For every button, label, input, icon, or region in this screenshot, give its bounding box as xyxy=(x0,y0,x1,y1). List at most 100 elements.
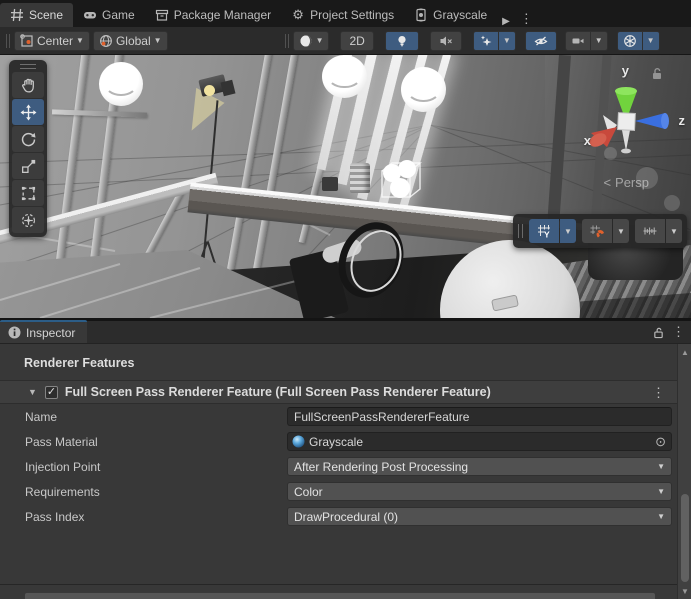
pivot-icon xyxy=(20,34,34,48)
pass-index-dropdown[interactable]: DrawProcedural (0) ▼ xyxy=(287,507,672,526)
toolbar-drag-handle[interactable] xyxy=(6,34,10,48)
gizmos-sphere-icon xyxy=(623,34,637,48)
light-gizmo[interactable] xyxy=(99,62,143,106)
scene-visibility-toggle[interactable] xyxy=(525,31,557,51)
tab-bar-menu-icon[interactable]: ⋮ xyxy=(514,11,539,27)
object-picker-icon[interactable]: ⊙ xyxy=(652,434,669,450)
tool-handle-pivot-dropdown[interactable]: Center ▼ xyxy=(14,31,90,51)
name-input[interactable] xyxy=(287,407,672,426)
chevron-down-icon: ▼ xyxy=(76,36,84,45)
spotlight-lens xyxy=(204,85,215,96)
tab-game[interactable]: Game xyxy=(73,3,145,27)
rect-tool[interactable] xyxy=(12,180,44,206)
tab-scene[interactable]: Scene xyxy=(0,3,73,27)
snap-increment-dropdown[interactable]: ▼ xyxy=(613,219,629,243)
feature-enabled-checkbox[interactable]: ✓ xyxy=(45,386,58,399)
injection-point-value: After Rendering Post Processing xyxy=(294,460,468,474)
requirements-dropdown[interactable]: Color ▼ xyxy=(287,482,672,501)
tab-scene-label: Scene xyxy=(29,8,63,22)
scroll-up-icon[interactable]: ▲ xyxy=(678,348,691,357)
material-sphere-icon xyxy=(292,435,305,448)
property-label: Name xyxy=(25,410,287,424)
toolbar-separator xyxy=(285,34,289,48)
axis-y-label[interactable]: y xyxy=(622,63,629,78)
move-tool[interactable] xyxy=(12,99,44,125)
inspector-scrollbar[interactable]: ▲ ▼ xyxy=(677,344,691,599)
tools-drag-handle[interactable] xyxy=(12,63,44,70)
snapbar-drag-handle[interactable] xyxy=(518,224,523,238)
window-tab-bar: Scene Game Package Manager ⚙ Project Set… xyxy=(0,0,691,27)
snap-settings-button[interactable] xyxy=(635,219,665,243)
tab-grayscale[interactable]: Grayscale xyxy=(404,3,496,27)
audio-mute-toggle[interactable] xyxy=(430,31,462,51)
property-label: Requirements xyxy=(25,485,287,499)
unlock-icon[interactable] xyxy=(651,67,663,80)
grid-axis-icon: Y xyxy=(536,223,552,239)
scroll-down-icon[interactable]: ▼ xyxy=(678,587,691,596)
info-icon xyxy=(8,326,21,339)
chevron-down-icon: ▼ xyxy=(503,36,511,45)
light-gizmo[interactable] xyxy=(401,67,446,112)
tab-inspector[interactable]: Inspector xyxy=(0,320,87,343)
injection-point-dropdown[interactable]: After Rendering Post Processing ▼ xyxy=(287,457,672,476)
unlock-icon[interactable] xyxy=(653,326,664,339)
tab-package-manager[interactable]: Package Manager xyxy=(145,3,281,27)
feature-menu-icon[interactable]: ⋮ xyxy=(652,385,665,401)
light-gizmo[interactable] xyxy=(322,55,367,98)
chevron-down-icon: ▼ xyxy=(617,227,625,236)
camera-dropdown[interactable]: ▼ xyxy=(591,31,608,51)
camera-icon xyxy=(571,34,585,48)
check-icon: ✓ xyxy=(47,387,56,398)
gear-icon: ⚙ xyxy=(291,8,305,22)
gizmos-toggle[interactable] xyxy=(617,31,643,51)
view-hand-tool[interactable] xyxy=(12,72,44,98)
camera-settings-button[interactable] xyxy=(565,31,591,51)
hand-icon xyxy=(20,77,37,94)
rotation-mode-label: Global xyxy=(116,34,151,48)
axis-x-label[interactable]: x xyxy=(584,133,591,148)
chevron-down-icon: ▼ xyxy=(647,36,655,45)
property-row-requirements: Requirements Color ▼ xyxy=(0,479,691,504)
snap-settings-dropdown[interactable]: ▼ xyxy=(666,219,682,243)
transform-icon xyxy=(20,212,37,229)
tab-project-settings[interactable]: ⚙ Project Settings xyxy=(281,3,404,27)
grid-dropdown[interactable]: ▼ xyxy=(560,219,576,243)
axis-z-cone xyxy=(635,113,669,129)
draw-mode-dropdown[interactable]: ▼ xyxy=(293,31,330,51)
perspective-label[interactable]: <Persp xyxy=(603,175,649,190)
pass-index-value: DrawProcedural (0) xyxy=(294,510,398,524)
small-prop xyxy=(322,177,338,191)
tab-grayscale-label: Grayscale xyxy=(433,8,487,22)
perspective-chevron: < xyxy=(603,175,611,190)
scene-viewport[interactable]: y z x <Persp xyxy=(0,55,691,318)
toggle-2d-button[interactable]: 2D xyxy=(340,31,373,51)
pass-material-object-field[interactable]: Grayscale ⊙ xyxy=(287,432,672,451)
add-renderer-feature-button[interactable]: Add Renderer Feature xyxy=(24,592,656,599)
axis-z-label[interactable]: z xyxy=(679,113,686,128)
renderer-feature-header[interactable]: ▼ ✓ Full Screen Pass Renderer Feature (F… xyxy=(0,380,691,404)
svg-text:Y: Y xyxy=(544,230,550,240)
orientation-gizmo[interactable] xyxy=(573,63,683,193)
scale-tool[interactable] xyxy=(12,153,44,179)
rotate-tool[interactable] xyxy=(12,126,44,152)
ruler-ticks-icon xyxy=(642,223,658,239)
property-label: Pass Material xyxy=(25,435,287,449)
divider xyxy=(0,584,677,585)
requirements-value: Color xyxy=(294,485,323,499)
snap-increment-button[interactable] xyxy=(582,219,612,243)
chevron-down-icon: ▼ xyxy=(564,227,572,236)
tab-overflow-arrow[interactable]: ▶ xyxy=(498,16,514,27)
unity-editor-window: Scene Game Package Manager ⚙ Project Set… xyxy=(0,0,691,599)
property-row-pass-material: Pass Material Grayscale ⊙ xyxy=(0,429,691,454)
tool-handle-rotation-dropdown[interactable]: Global ▼ xyxy=(93,31,168,51)
transform-tool[interactable] xyxy=(12,207,44,233)
grid-visibility-button[interactable]: Y xyxy=(529,219,559,243)
foldout-icon[interactable]: ▼ xyxy=(28,387,37,397)
inspector-menu-icon[interactable]: ⋮ xyxy=(672,324,685,340)
scrollbar-thumb[interactable] xyxy=(681,494,689,582)
effects-toggle[interactable] xyxy=(473,31,499,51)
effects-dropdown[interactable]: ▼ xyxy=(499,31,516,51)
chevron-down-icon: ▼ xyxy=(657,487,665,496)
gizmos-dropdown[interactable]: ▼ xyxy=(643,31,660,51)
scene-lighting-toggle[interactable] xyxy=(385,31,419,51)
